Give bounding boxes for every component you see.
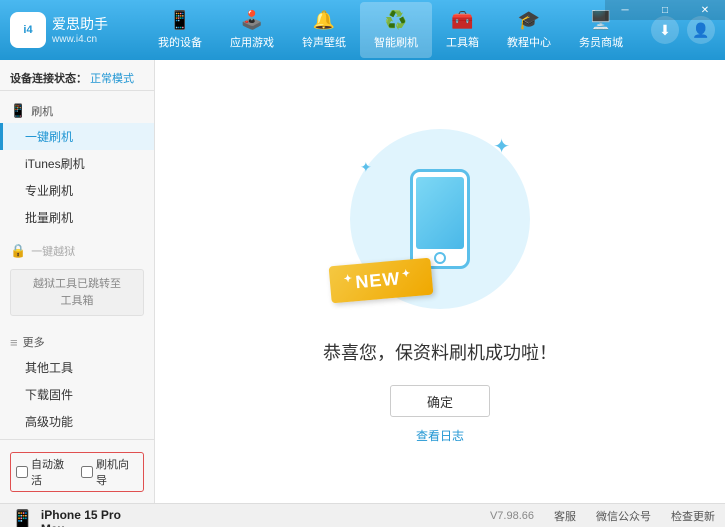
ringtone-nav-icon: 🔔 [313, 10, 335, 31]
download-button[interactable]: ⬇ [651, 16, 679, 44]
nav-toolbox[interactable]: 🧰 工具箱 [432, 2, 493, 58]
sidebar-item-other-tools[interactable]: 其他工具 [0, 354, 154, 381]
sidebar-item-advanced[interactable]: 高级功能 [0, 408, 154, 435]
auto-activate-checkbox[interactable] [16, 466, 28, 478]
top-right-buttons: ⬇ 👤 [651, 16, 715, 44]
flash-section: 📱 刷机 一键刷机 iTunes刷机 专业刷机 批量刷机 [0, 95, 154, 235]
jailbreak-section-header: 🔒 一键越狱 [0, 239, 154, 263]
lock-icon: 🔒 [10, 243, 26, 259]
sidebar-item-one-key-flash[interactable]: 一键刷机 [0, 123, 154, 150]
maximize-button[interactable]: □ [645, 0, 685, 20]
sparkle-icon: ✦ [493, 134, 510, 159]
status-bar: 设备连接状态： 正常模式 [0, 66, 154, 91]
main-panel: ✦ ✦ NEW 恭喜您，保资料刷机成功啦！ 确定 查看日志 [155, 60, 725, 503]
auto-activate-label[interactable]: 自动激活 [16, 456, 73, 488]
flash-section-header[interactable]: 📱 刷机 [0, 99, 154, 123]
phone-body [410, 169, 470, 269]
device-section: 自动激活 刷机向导 [0, 446, 154, 504]
success-illustration: ✦ ✦ NEW [340, 119, 540, 319]
device-nav-icon: 📱 [169, 10, 191, 31]
footer-item-wechat[interactable]: 微信公众号 [596, 508, 651, 524]
close-button[interactable]: ✕ [685, 0, 725, 20]
confirm-button[interactable]: 确定 [390, 385, 490, 417]
minimize-button[interactable]: ─ [605, 0, 645, 20]
logo-text: 爱思助手 www.i4.cn [52, 15, 108, 44]
view-log-link[interactable]: 查看日志 [416, 427, 464, 444]
toolbox-nav-icon: 🧰 [451, 10, 473, 31]
device-phone-icon: 📱 [10, 508, 35, 527]
device-info: 📱 iPhone 15 Pro Max 512GB iPhone [0, 504, 154, 527]
phone-home-button [434, 252, 446, 264]
notice-box: 越狱工具已跳转至工具箱 [10, 269, 144, 316]
nav-ringtones[interactable]: 🔔 铃声壁纸 [288, 2, 360, 58]
sidebar-bottom: 自动激活 刷机向导 📱 iPhone 15 Pro Max 512GB [0, 439, 154, 527]
logo-icon: i4 [10, 12, 46, 48]
sparkle-icon-2: ✦ [360, 159, 372, 176]
flash-guide-label[interactable]: 刷机向导 [81, 456, 138, 488]
nav-my-device[interactable]: 📱 我的设备 [144, 2, 216, 58]
device-details: iPhone 15 Pro Max 512GB iPhone [41, 508, 144, 527]
flash-section-icon: 📱 [10, 103, 26, 119]
nav-items: 📱 我的设备 🕹️ 应用游戏 🔔 铃声壁纸 ♻️ 智能刷机 🧰 工具箱 🎓 [130, 2, 651, 58]
flash-guide-checkbox[interactable] [81, 466, 93, 478]
phone-screen [416, 177, 464, 249]
sidebar-item-itunes-flash[interactable]: iTunes刷机 [0, 150, 154, 177]
sidebar-item-pro-flash[interactable]: 专业刷机 [0, 177, 154, 204]
window-controls: ─ □ ✕ [605, 0, 725, 20]
nav-tutorial[interactable]: 🎓 教程中心 [493, 2, 565, 58]
content-area: 设备连接状态： 正常模式 📱 刷机 一键刷机 iTunes刷机 专业刷机 批量刷… [0, 60, 725, 503]
success-text: 恭喜您，保资料刷机成功啦！ [323, 339, 557, 365]
sidebar-item-download-firmware[interactable]: 下载固件 [0, 381, 154, 408]
footer-item-check-update[interactable]: 检查更新 [671, 508, 715, 524]
jailbreak-section: 🔒 一键越狱 越狱工具已跳转至工具箱 [0, 235, 154, 326]
sidebar: 设备连接状态： 正常模式 📱 刷机 一键刷机 iTunes刷机 专业刷机 批量刷… [0, 60, 155, 503]
app-nav-icon: 🕹️ [241, 10, 263, 31]
auto-activate-row: 自动激活 刷机向导 [10, 452, 144, 492]
footer-item-homepage[interactable]: 客服 [554, 508, 576, 524]
tutorial-nav-icon: 🎓 [518, 10, 540, 31]
flash-nav-icon: ♻️ [385, 10, 407, 31]
more-section: ≡ 更多 其他工具 下载固件 高级功能 [0, 326, 154, 439]
more-icon: ≡ [10, 335, 18, 350]
sidebar-item-batch-flash[interactable]: 批量刷机 [0, 204, 154, 231]
more-section-header[interactable]: ≡ 更多 [0, 330, 154, 354]
nav-app-games[interactable]: 🕹️ 应用游戏 [216, 2, 288, 58]
logo-area[interactable]: i4 爱思助手 www.i4.cn [10, 12, 110, 48]
nav-smart-flash[interactable]: ♻️ 智能刷机 [360, 2, 432, 58]
user-button[interactable]: 👤 [687, 16, 715, 44]
